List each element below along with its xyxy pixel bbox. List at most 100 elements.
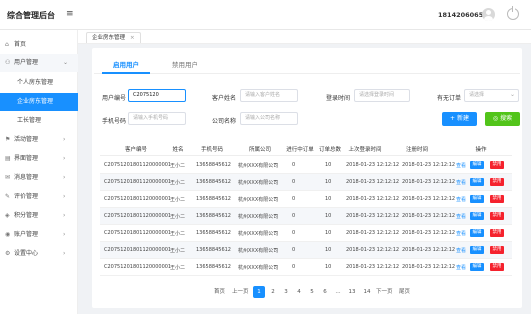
sidebar-item-message[interactable]: ✉ 消息管理 › bbox=[0, 169, 78, 187]
account-icon: ◉ bbox=[5, 231, 11, 238]
user-id-input[interactable]: C2075120 bbox=[128, 89, 186, 102]
cell-name: 王小二 bbox=[170, 180, 186, 186]
cell-name: 王小二 bbox=[170, 265, 186, 271]
search-button[interactable]: ◎ 搜索 bbox=[485, 112, 520, 126]
cell-name: 王小二 bbox=[170, 248, 186, 254]
view-link[interactable]: 查看 bbox=[456, 162, 466, 169]
edit-button[interactable]: 编辑 bbox=[470, 195, 484, 203]
table-row: C20751201801120000001 王小二 13658845612 杭州… bbox=[100, 174, 512, 191]
view-link[interactable]: 查看 bbox=[456, 247, 466, 254]
edit-button[interactable]: 编辑 bbox=[470, 161, 484, 169]
cell-company: 杭州XXX有限公司 bbox=[238, 163, 279, 169]
view-link[interactable]: 查看 bbox=[456, 230, 466, 237]
chevron-down-icon: ⌄ bbox=[63, 59, 69, 66]
view-link[interactable]: 查看 bbox=[456, 213, 466, 220]
cell-name: 王小二 bbox=[170, 231, 186, 237]
chevron-right-icon: › bbox=[63, 212, 66, 219]
view-link[interactable]: 查看 bbox=[456, 179, 466, 186]
sidebar-item-home[interactable]: ⌂ 首页 bbox=[0, 36, 78, 54]
power-icon[interactable] bbox=[507, 6, 519, 20]
cell-register-time: 2018-01-23 12:12:12 bbox=[402, 179, 456, 185]
page-4[interactable]: 4 bbox=[293, 286, 305, 298]
sidebar-item-settings[interactable]: ⚙ 设置中心 › bbox=[0, 245, 78, 263]
cell-last-login: 2018-01-23 12:12:12 bbox=[346, 230, 400, 236]
page-13[interactable]: 13 bbox=[346, 286, 358, 298]
tab-disabled-users[interactable]: 禁用用户 bbox=[172, 59, 198, 69]
page-3[interactable]: 3 bbox=[280, 286, 292, 298]
home-icon: ⌂ bbox=[5, 41, 9, 48]
edit-button[interactable]: 编辑 bbox=[470, 212, 484, 220]
first-page-link[interactable]: 首页 bbox=[214, 286, 225, 298]
page-6[interactable]: 6 bbox=[319, 286, 331, 298]
cell-customer-id: C20751201801120000001 bbox=[104, 264, 172, 270]
cell-name: 王小二 bbox=[170, 163, 186, 169]
edit-button[interactable]: 编辑 bbox=[470, 246, 484, 254]
table-row: C20751201801120000001 王小二 13658845612 杭州… bbox=[100, 242, 512, 259]
last-page-link[interactable]: 尾页 bbox=[399, 286, 410, 298]
disable-button[interactable]: 禁用 bbox=[490, 161, 504, 169]
sidebar-item-points[interactable]: ◈ 积分管理 › bbox=[0, 207, 78, 225]
cell-phone: 13658845612 bbox=[196, 196, 231, 202]
page-5[interactable]: 5 bbox=[306, 286, 318, 298]
page-2[interactable]: 2 bbox=[267, 286, 279, 298]
disable-button[interactable]: 禁用 bbox=[490, 178, 504, 186]
sidebar-item-label: 评价管理 bbox=[14, 193, 39, 200]
cell-total-orders: 10 bbox=[325, 196, 332, 202]
edit-button[interactable]: 编辑 bbox=[470, 178, 484, 186]
sidebar-item-label: 消息管理 bbox=[14, 174, 39, 181]
cell-total-orders: 10 bbox=[325, 213, 332, 219]
prev-page-link[interactable]: 上一页 bbox=[232, 286, 249, 298]
login-time-label: 登录时间 bbox=[326, 95, 351, 102]
sidebar-item-review[interactable]: ✎ 评价管理 › bbox=[0, 188, 78, 206]
sidebar-item-label: 活动管理 bbox=[14, 136, 39, 143]
edit-icon: ✎ bbox=[5, 193, 11, 200]
customer-name-input[interactable]: 请输入客户姓名 bbox=[240, 89, 298, 102]
table-row: C20751201801120000001 王小二 13658845612 杭州… bbox=[100, 225, 512, 242]
disable-button[interactable]: 禁用 bbox=[490, 229, 504, 237]
subtab-divider bbox=[94, 73, 520, 74]
phone-input[interactable]: 请输入手机号码 bbox=[128, 112, 186, 125]
has-order-select[interactable]: 请选择 bbox=[464, 89, 519, 102]
add-button[interactable]: + 新建 bbox=[442, 112, 477, 126]
cell-company: 杭州XXX有限公司 bbox=[238, 214, 279, 220]
cell-phone: 13658845612 bbox=[196, 247, 231, 253]
sidebar: ⌂ 首页 ⚇ 用户管理 ⌄ 个人房东管理 企业房东管理 工长管理 ⚑ 活动管理 … bbox=[0, 30, 78, 314]
disable-button[interactable]: 禁用 bbox=[490, 263, 504, 271]
view-link[interactable]: 查看 bbox=[456, 264, 466, 271]
cell-last-login: 2018-01-23 12:12:12 bbox=[346, 213, 400, 219]
page-1[interactable]: 1 bbox=[253, 286, 265, 298]
edit-button[interactable]: 编辑 bbox=[470, 229, 484, 237]
menu-icon[interactable]: ≡ bbox=[66, 9, 74, 19]
cell-last-login: 2018-01-23 12:12:12 bbox=[346, 179, 400, 185]
user-id-label: 用户编号 bbox=[102, 95, 127, 102]
top-bar: 综合管理后台 ≡ 18142060652 bbox=[0, 0, 531, 30]
col-company: 所属公司 bbox=[248, 147, 271, 153]
login-time-picker[interactable]: 请选择登录时间 bbox=[354, 89, 410, 102]
close-icon[interactable]: × bbox=[130, 35, 135, 41]
avatar-icon[interactable] bbox=[482, 8, 495, 21]
disable-button[interactable]: 禁用 bbox=[490, 195, 504, 203]
sidebar-item-personal-landlord[interactable]: 个人房东管理 bbox=[0, 74, 78, 92]
cell-register-time: 2018-01-23 12:12:12 bbox=[402, 196, 456, 202]
view-link[interactable]: 查看 bbox=[456, 196, 466, 203]
edit-button[interactable]: 编辑 bbox=[470, 263, 484, 271]
sidebar-item-enterprise-landlord[interactable]: 企业房东管理 bbox=[0, 93, 78, 111]
col-actions: 操作 bbox=[475, 147, 487, 153]
disable-button[interactable]: 禁用 bbox=[490, 246, 504, 254]
sidebar-item-account[interactable]: ◉ 账户管理 › bbox=[0, 226, 78, 244]
points-icon: ◈ bbox=[5, 212, 10, 219]
col-customer-id: 客户编号 bbox=[124, 147, 147, 153]
cell-company: 杭州XXX有限公司 bbox=[238, 265, 279, 271]
tab-bar: 企业房东管理 × bbox=[78, 30, 531, 44]
tab-enabled-users[interactable]: 启用用户 bbox=[113, 59, 139, 69]
company-name-input[interactable]: 请输入公司名称 bbox=[240, 112, 298, 125]
sidebar-item-user-management[interactable]: ⚇ 用户管理 ⌄ bbox=[0, 54, 78, 72]
tab-enterprise-landlord[interactable]: 企业房东管理 × bbox=[86, 32, 141, 43]
disable-button[interactable]: 禁用 bbox=[490, 212, 504, 220]
sidebar-item-foreman[interactable]: 工长管理 bbox=[0, 112, 78, 130]
sidebar-item-activity[interactable]: ⚑ 活动管理 › bbox=[0, 131, 78, 149]
next-page-link[interactable]: 下一页 bbox=[376, 286, 393, 298]
page-14[interactable]: 14 bbox=[361, 286, 373, 298]
sidebar-item-interface[interactable]: ▤ 界面管理 › bbox=[0, 150, 78, 168]
sidebar-item-label: 用户管理 bbox=[14, 59, 39, 66]
